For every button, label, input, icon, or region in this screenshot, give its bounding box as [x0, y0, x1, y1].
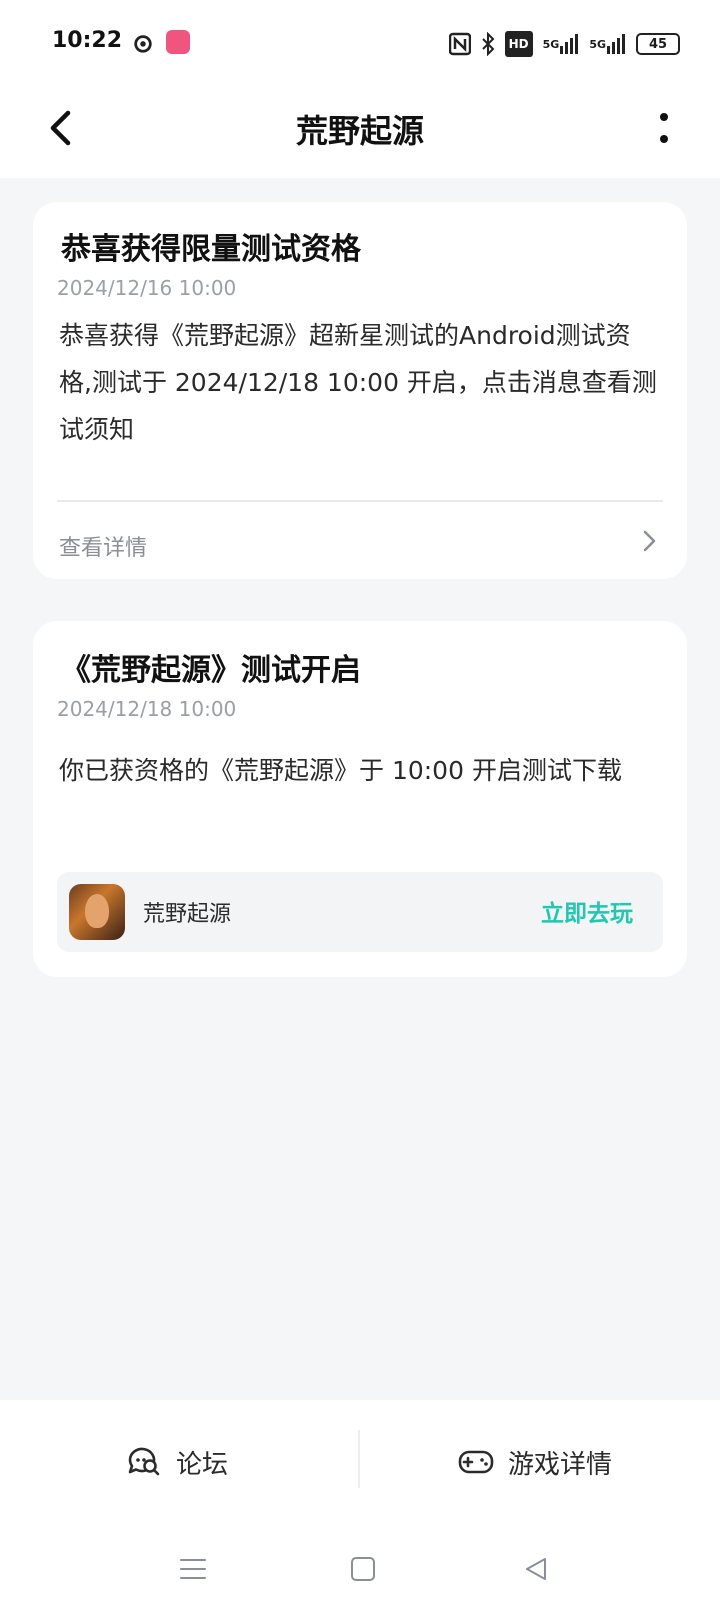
page-title: 荒野起源 [295, 112, 424, 150]
signal-label-2: 5G [589, 37, 606, 51]
app-notification-icon [166, 30, 190, 54]
game-name: 荒野起源 [143, 902, 232, 927]
forum-label: 论坛 [176, 1449, 229, 1480]
game-details-label: 游戏详情 [508, 1449, 613, 1480]
bluetooth-icon [481, 32, 495, 56]
card-body: 恭喜获得《荒野起源》超新星测试的Android测试资格,测试于 2024/12/… [59, 321, 657, 444]
forum-chat-icon [128, 1447, 160, 1476]
nfc-icon [448, 32, 471, 56]
view-details-link[interactable]: 查看详情 [59, 530, 147, 562]
triangle-back-icon [526, 1558, 546, 1580]
divider [358, 1430, 360, 1488]
recent-apps-button[interactable] [173, 1549, 213, 1589]
status-icons: HD 5G 5G 45 [448, 30, 680, 58]
card-title: 恭喜获得限量测试资格 [61, 232, 361, 267]
system-navigation-bar [0, 1525, 720, 1610]
more-vertical-icon [660, 113, 668, 143]
signal-5g-icon-1: 5G [543, 32, 580, 56]
message-card-qualification[interactable]: 恭喜获得限量测试资格 2024/12/16 10:00 恭喜获得《荒野起源》超新… [33, 202, 687, 579]
square-home-icon [351, 1557, 375, 1581]
card-body: 你已获资格的《荒野起源》于 10:00 开启测试下载 [59, 756, 622, 785]
bottom-action-bar: 论坛 游戏详情 [0, 1400, 720, 1525]
divider [57, 500, 663, 502]
chevron-right-icon[interactable] [637, 529, 661, 553]
more-options-button[interactable] [644, 104, 684, 152]
status-time: 10:22 [52, 28, 123, 53]
message-card-test-open: 《荒野起源》测试开启 2024/12/18 10:00 你已获资格的《荒野起源》… [33, 621, 687, 977]
game-details-button[interactable]: 游戏详情 [458, 1438, 612, 1486]
game-entry[interactable]: 荒野起源 立即去玩 [57, 872, 663, 952]
gamepad-icon [458, 1450, 494, 1474]
hd-icon: HD [504, 31, 533, 57]
netease-music-icon [134, 35, 152, 53]
battery-icon: 45 [636, 33, 680, 55]
forum-button[interactable]: 论坛 [126, 1438, 228, 1486]
card-title: 《荒野起源》测试开启 [61, 653, 361, 688]
game-cover-icon [69, 884, 125, 940]
signal-5g-icon-2: 5G [589, 32, 626, 56]
card-timestamp: 2024/12/16 10:00 [57, 276, 237, 300]
card-timestamp: 2024/12/18 10:00 [57, 697, 237, 721]
top-app-bar: 荒野起源 [0, 86, 720, 178]
game-character-image [85, 894, 109, 928]
menu-icon [180, 1559, 206, 1579]
home-button[interactable] [343, 1549, 383, 1589]
play-now-button[interactable]: 立即去玩 [541, 894, 633, 928]
system-back-button[interactable] [516, 1549, 556, 1589]
status-bar: 10:22 HD 5G 5G 45 [0, 0, 720, 86]
signal-label-1: 5G [542, 37, 560, 51]
